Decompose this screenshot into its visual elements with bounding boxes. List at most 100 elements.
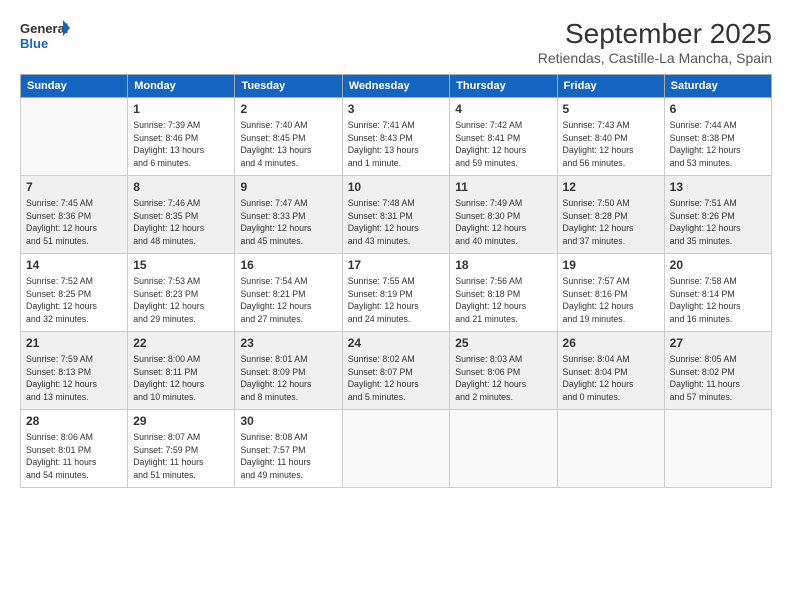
day-info: Sunrise: 8:03 AM Sunset: 8:06 PM Dayligh… — [455, 353, 551, 404]
day-info: Sunrise: 8:07 AM Sunset: 7:59 PM Dayligh… — [133, 431, 229, 482]
day-info: Sunrise: 7:41 AM Sunset: 8:43 PM Dayligh… — [348, 119, 445, 170]
day-number: 1 — [133, 101, 229, 118]
calendar-cell: 19Sunrise: 7:57 AM Sunset: 8:16 PM Dayli… — [557, 254, 664, 332]
day-info: Sunrise: 7:40 AM Sunset: 8:45 PM Dayligh… — [240, 119, 336, 170]
day-info: Sunrise: 7:53 AM Sunset: 8:23 PM Dayligh… — [133, 275, 229, 326]
header-sunday: Sunday — [21, 75, 128, 98]
day-info: Sunrise: 8:01 AM Sunset: 8:09 PM Dayligh… — [240, 353, 336, 404]
calendar-cell: 30Sunrise: 8:08 AM Sunset: 7:57 PM Dayli… — [235, 410, 342, 488]
day-info: Sunrise: 7:42 AM Sunset: 8:41 PM Dayligh… — [455, 119, 551, 170]
calendar-cell: 5Sunrise: 7:43 AM Sunset: 8:40 PM Daylig… — [557, 98, 664, 176]
day-info: Sunrise: 7:59 AM Sunset: 8:13 PM Dayligh… — [26, 353, 122, 404]
calendar-cell: 1Sunrise: 7:39 AM Sunset: 8:46 PM Daylig… — [128, 98, 235, 176]
header-friday: Friday — [557, 75, 664, 98]
header: General Blue September 2025 Retiendas, C… — [20, 18, 772, 66]
day-number: 30 — [240, 413, 336, 430]
day-info: Sunrise: 7:48 AM Sunset: 8:31 PM Dayligh… — [348, 197, 445, 248]
day-number: 26 — [563, 335, 659, 352]
day-info: Sunrise: 7:52 AM Sunset: 8:25 PM Dayligh… — [26, 275, 122, 326]
day-info: Sunrise: 8:05 AM Sunset: 8:02 PM Dayligh… — [670, 353, 766, 404]
day-number: 3 — [348, 101, 445, 118]
calendar-cell — [664, 410, 771, 488]
day-info: Sunrise: 7:47 AM Sunset: 8:33 PM Dayligh… — [240, 197, 336, 248]
calendar-cell: 25Sunrise: 8:03 AM Sunset: 8:06 PM Dayli… — [450, 332, 557, 410]
header-saturday: Saturday — [664, 75, 771, 98]
subtitle: Retiendas, Castille-La Mancha, Spain — [538, 50, 772, 66]
day-info: Sunrise: 7:51 AM Sunset: 8:26 PM Dayligh… — [670, 197, 766, 248]
day-number: 28 — [26, 413, 122, 430]
calendar-cell: 4Sunrise: 7:42 AM Sunset: 8:41 PM Daylig… — [450, 98, 557, 176]
day-number: 14 — [26, 257, 122, 274]
day-number: 16 — [240, 257, 336, 274]
calendar-cell: 2Sunrise: 7:40 AM Sunset: 8:45 PM Daylig… — [235, 98, 342, 176]
day-info: Sunrise: 8:06 AM Sunset: 8:01 PM Dayligh… — [26, 431, 122, 482]
day-number: 8 — [133, 179, 229, 196]
day-number: 11 — [455, 179, 551, 196]
calendar-cell: 6Sunrise: 7:44 AM Sunset: 8:38 PM Daylig… — [664, 98, 771, 176]
logo-svg: General Blue — [20, 18, 70, 56]
day-number: 20 — [670, 257, 766, 274]
week-row-3: 14Sunrise: 7:52 AM Sunset: 8:25 PM Dayli… — [21, 254, 772, 332]
day-number: 5 — [563, 101, 659, 118]
day-number: 2 — [240, 101, 336, 118]
week-row-1: 1Sunrise: 7:39 AM Sunset: 8:46 PM Daylig… — [21, 98, 772, 176]
day-number: 7 — [26, 179, 122, 196]
calendar-cell: 26Sunrise: 8:04 AM Sunset: 8:04 PM Dayli… — [557, 332, 664, 410]
day-info: Sunrise: 7:58 AM Sunset: 8:14 PM Dayligh… — [670, 275, 766, 326]
day-number: 4 — [455, 101, 551, 118]
calendar-header-row: SundayMondayTuesdayWednesdayThursdayFrid… — [21, 75, 772, 98]
calendar-cell: 10Sunrise: 7:48 AM Sunset: 8:31 PM Dayli… — [342, 176, 450, 254]
day-number: 29 — [133, 413, 229, 430]
calendar-cell: 21Sunrise: 7:59 AM Sunset: 8:13 PM Dayli… — [21, 332, 128, 410]
day-info: Sunrise: 7:43 AM Sunset: 8:40 PM Dayligh… — [563, 119, 659, 170]
calendar-page: General Blue September 2025 Retiendas, C… — [0, 0, 792, 612]
day-info: Sunrise: 7:50 AM Sunset: 8:28 PM Dayligh… — [563, 197, 659, 248]
header-tuesday: Tuesday — [235, 75, 342, 98]
calendar-cell: 29Sunrise: 8:07 AM Sunset: 7:59 PM Dayli… — [128, 410, 235, 488]
day-info: Sunrise: 7:55 AM Sunset: 8:19 PM Dayligh… — [348, 275, 445, 326]
day-info: Sunrise: 8:02 AM Sunset: 8:07 PM Dayligh… — [348, 353, 445, 404]
day-info: Sunrise: 7:57 AM Sunset: 8:16 PM Dayligh… — [563, 275, 659, 326]
day-number: 24 — [348, 335, 445, 352]
day-number: 23 — [240, 335, 336, 352]
day-number: 18 — [455, 257, 551, 274]
calendar-cell — [450, 410, 557, 488]
day-number: 15 — [133, 257, 229, 274]
week-row-2: 7Sunrise: 7:45 AM Sunset: 8:36 PM Daylig… — [21, 176, 772, 254]
day-number: 6 — [670, 101, 766, 118]
title-block: September 2025 Retiendas, Castille-La Ma… — [538, 18, 772, 66]
day-info: Sunrise: 7:56 AM Sunset: 8:18 PM Dayligh… — [455, 275, 551, 326]
calendar-table: SundayMondayTuesdayWednesdayThursdayFrid… — [20, 74, 772, 488]
day-number: 19 — [563, 257, 659, 274]
calendar-cell: 12Sunrise: 7:50 AM Sunset: 8:28 PM Dayli… — [557, 176, 664, 254]
calendar-cell: 23Sunrise: 8:01 AM Sunset: 8:09 PM Dayli… — [235, 332, 342, 410]
week-row-5: 28Sunrise: 8:06 AM Sunset: 8:01 PM Dayli… — [21, 410, 772, 488]
calendar-cell — [342, 410, 450, 488]
calendar-cell: 15Sunrise: 7:53 AM Sunset: 8:23 PM Dayli… — [128, 254, 235, 332]
calendar-cell: 9Sunrise: 7:47 AM Sunset: 8:33 PM Daylig… — [235, 176, 342, 254]
day-info: Sunrise: 7:45 AM Sunset: 8:36 PM Dayligh… — [26, 197, 122, 248]
calendar-cell — [557, 410, 664, 488]
calendar-cell: 17Sunrise: 7:55 AM Sunset: 8:19 PM Dayli… — [342, 254, 450, 332]
day-info: Sunrise: 7:46 AM Sunset: 8:35 PM Dayligh… — [133, 197, 229, 248]
day-info: Sunrise: 8:08 AM Sunset: 7:57 PM Dayligh… — [240, 431, 336, 482]
calendar-cell: 14Sunrise: 7:52 AM Sunset: 8:25 PM Dayli… — [21, 254, 128, 332]
week-row-4: 21Sunrise: 7:59 AM Sunset: 8:13 PM Dayli… — [21, 332, 772, 410]
day-number: 17 — [348, 257, 445, 274]
logo: General Blue — [20, 18, 70, 56]
calendar-cell: 8Sunrise: 7:46 AM Sunset: 8:35 PM Daylig… — [128, 176, 235, 254]
day-info: Sunrise: 8:04 AM Sunset: 8:04 PM Dayligh… — [563, 353, 659, 404]
calendar-cell: 24Sunrise: 8:02 AM Sunset: 8:07 PM Dayli… — [342, 332, 450, 410]
day-number: 12 — [563, 179, 659, 196]
calendar-cell: 7Sunrise: 7:45 AM Sunset: 8:36 PM Daylig… — [21, 176, 128, 254]
calendar-cell: 28Sunrise: 8:06 AM Sunset: 8:01 PM Dayli… — [21, 410, 128, 488]
day-number: 21 — [26, 335, 122, 352]
day-number: 27 — [670, 335, 766, 352]
svg-text:Blue: Blue — [20, 36, 48, 51]
calendar-cell: 18Sunrise: 7:56 AM Sunset: 8:18 PM Dayli… — [450, 254, 557, 332]
calendar-cell: 16Sunrise: 7:54 AM Sunset: 8:21 PM Dayli… — [235, 254, 342, 332]
calendar-cell: 13Sunrise: 7:51 AM Sunset: 8:26 PM Dayli… — [664, 176, 771, 254]
day-number: 13 — [670, 179, 766, 196]
calendar-cell: 11Sunrise: 7:49 AM Sunset: 8:30 PM Dayli… — [450, 176, 557, 254]
day-number: 25 — [455, 335, 551, 352]
